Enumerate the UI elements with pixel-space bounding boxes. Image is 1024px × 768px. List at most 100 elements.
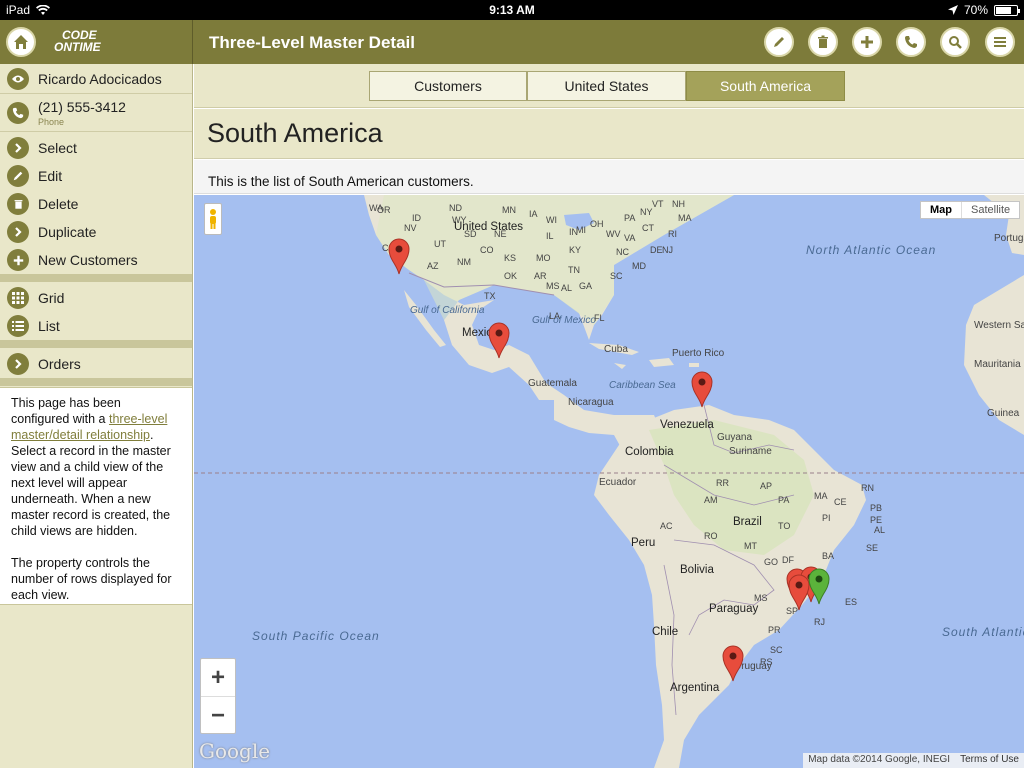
sidebar-item-duplicate[interactable]: Duplicate <box>0 219 192 245</box>
tab-south-america[interactable]: South America <box>686 71 845 101</box>
customer-marker[interactable] <box>788 573 810 611</box>
map-view[interactable]: North Atlantic Ocean South Pacific Ocean… <box>194 195 1024 768</box>
sidebar-item-label: List <box>38 318 60 334</box>
edit-button[interactable] <box>764 27 794 57</box>
home-button[interactable] <box>6 27 36 57</box>
map-attribution: Map data ©2014 Google, INEGI Terms of Us… <box>803 753 1024 768</box>
state-label: MA <box>678 213 692 223</box>
br-state-label: SE <box>866 543 879 553</box>
state-label: NE <box>494 229 507 239</box>
sidebar-item-delete[interactable]: Delete <box>0 191 192 217</box>
br-state-label: AM <box>704 495 718 505</box>
description-bar: This is the list of South American custo… <box>194 160 1024 194</box>
state-label: NM <box>457 257 471 267</box>
state-label: GA <box>579 281 593 291</box>
br-state-label: ES <box>845 597 858 607</box>
plus-icon <box>7 249 29 271</box>
delete-button[interactable] <box>808 27 838 57</box>
customer-marker[interactable] <box>691 370 713 408</box>
selected-customer-marker[interactable] <box>808 567 830 605</box>
country-label: Venezuela <box>660 419 714 431</box>
country-label: Brazil <box>733 516 762 528</box>
br-state-label: AL <box>874 525 886 535</box>
phone-label: Phone <box>38 117 65 127</box>
country-label: Portugal <box>994 233 1024 244</box>
pencil-icon <box>774 37 784 47</box>
section-title: South America <box>207 118 383 148</box>
search-icon <box>949 36 962 49</box>
sidebar-item-label: Delete <box>38 196 79 212</box>
state-label: NH <box>672 199 685 209</box>
country-label: Peru <box>631 537 656 549</box>
country-label: Guinea <box>987 408 1020 419</box>
status-bar: iPad 9:13 AM 70% <box>0 0 1024 20</box>
country-label: Chile <box>652 626 679 638</box>
br-state-label: CE <box>834 497 847 507</box>
state-label: KY <box>569 245 582 255</box>
sidebar-phone[interactable]: (21) 555-3412 Phone <box>0 97 192 129</box>
state-label: MO <box>536 253 551 263</box>
eye-icon <box>7 68 29 90</box>
chevron-right-icon <box>7 353 29 375</box>
info-box: This page has been configured with a thr… <box>0 387 192 605</box>
phone-icon <box>7 102 29 124</box>
pegman-icon <box>210 209 216 229</box>
sidebar-item-label: Select <box>38 140 77 156</box>
tab-customers[interactable]: Customers <box>369 71 527 101</box>
state-label: WI <box>546 215 557 225</box>
state-label: CT <box>642 223 654 233</box>
state-label: AR <box>534 271 547 281</box>
br-state-label: MA <box>814 491 828 501</box>
tab-united-states[interactable]: United States <box>527 71 686 101</box>
sidebar-record-name[interactable]: Ricardo Adocicados <box>0 66 192 92</box>
zoom-in-button[interactable]: + <box>201 659 235 697</box>
country-label: Paraguay <box>709 603 759 615</box>
menu-button[interactable] <box>985 27 1015 57</box>
state-label: NY <box>640 207 653 217</box>
zoom-out-button[interactable]: − <box>201 697 235 735</box>
map-type-satellite-button[interactable]: Satellite <box>962 202 1019 218</box>
terms-of-use-link[interactable]: Terms of Use <box>955 753 1024 768</box>
br-state-label: PB <box>870 503 883 513</box>
call-button[interactable] <box>896 27 926 57</box>
page-title: Three-Level Master Detail <box>209 33 415 52</box>
customer-marker[interactable] <box>488 321 510 359</box>
br-state-label: PR <box>768 625 781 635</box>
sidebar-item-orders[interactable]: Orders <box>0 351 192 377</box>
state-label: AL <box>561 283 573 293</box>
search-button[interactable] <box>940 27 970 57</box>
br-state-label: MT <box>744 541 757 551</box>
customer-marker[interactable] <box>388 237 410 275</box>
sidebar-item-new-customers[interactable]: New Customers <box>0 247 192 273</box>
state-label: NV <box>404 223 417 233</box>
state-label: KS <box>504 253 517 263</box>
street-view-button[interactable] <box>204 203 222 235</box>
state-label: UT <box>434 239 446 249</box>
sidebar-item-select[interactable]: Select <box>0 135 192 161</box>
country-label: Puerto Rico <box>672 348 725 359</box>
add-button[interactable] <box>852 27 882 57</box>
map-type-control: Map Satellite <box>920 201 1021 219</box>
state-label: VA <box>624 233 636 243</box>
state-label: OR <box>377 205 391 215</box>
state-label: CO <box>480 245 494 255</box>
br-state-label: PE <box>870 515 883 525</box>
sidebar-item-list[interactable]: List <box>0 313 192 339</box>
sidebar-item-grid[interactable]: Grid <box>0 285 192 311</box>
br-state-label: PI <box>822 513 831 523</box>
country-label: Ecuador <box>599 477 637 488</box>
state-label: IN <box>569 227 578 237</box>
br-state-label: RR <box>716 478 729 488</box>
map-type-map-button[interactable]: Map <box>921 202 962 218</box>
sidebar-item-label: Grid <box>38 290 65 306</box>
country-label: Nicaragua <box>568 397 614 408</box>
state-label: LA <box>549 311 561 321</box>
br-state-label: RN <box>861 483 874 493</box>
br-state-label: AP <box>760 481 773 491</box>
customer-marker[interactable] <box>722 644 744 682</box>
sidebar-item-edit[interactable]: Edit <box>0 163 192 189</box>
sea-label: Gulf of California <box>410 305 485 316</box>
sidebar-item-label: New Customers <box>38 252 138 268</box>
app-logo[interactable]: CODE ONTIME <box>40 29 110 53</box>
location-icon <box>947 5 958 15</box>
